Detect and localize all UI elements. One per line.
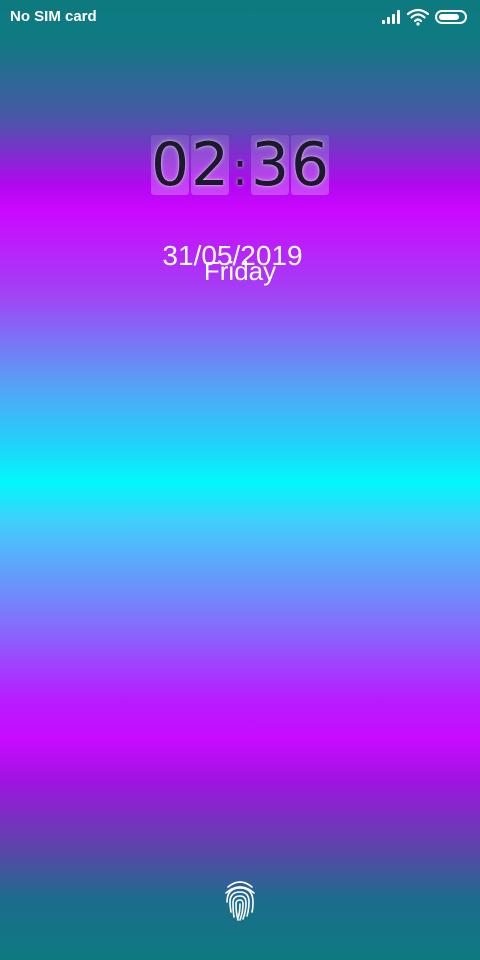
battery-icon — [435, 10, 467, 24]
wifi-icon — [407, 8, 429, 26]
battery-level — [439, 14, 459, 20]
signal-icon — [382, 10, 402, 24]
clock-hour-tens: 0 — [151, 130, 190, 200]
clock-separator: : — [232, 142, 248, 196]
clock-hour-ones: 2 — [191, 130, 230, 200]
carrier-label: No SIM card — [10, 8, 97, 25]
lock-clock: 02:36 — [0, 130, 480, 200]
status-bar: No SIM card — [0, 0, 480, 34]
clock-minute-ones: 6 — [291, 130, 330, 200]
clock-minute-tens: 3 — [251, 130, 290, 200]
lock-day: Friday — [203, 256, 277, 286]
fingerprint-icon[interactable] — [223, 878, 257, 922]
